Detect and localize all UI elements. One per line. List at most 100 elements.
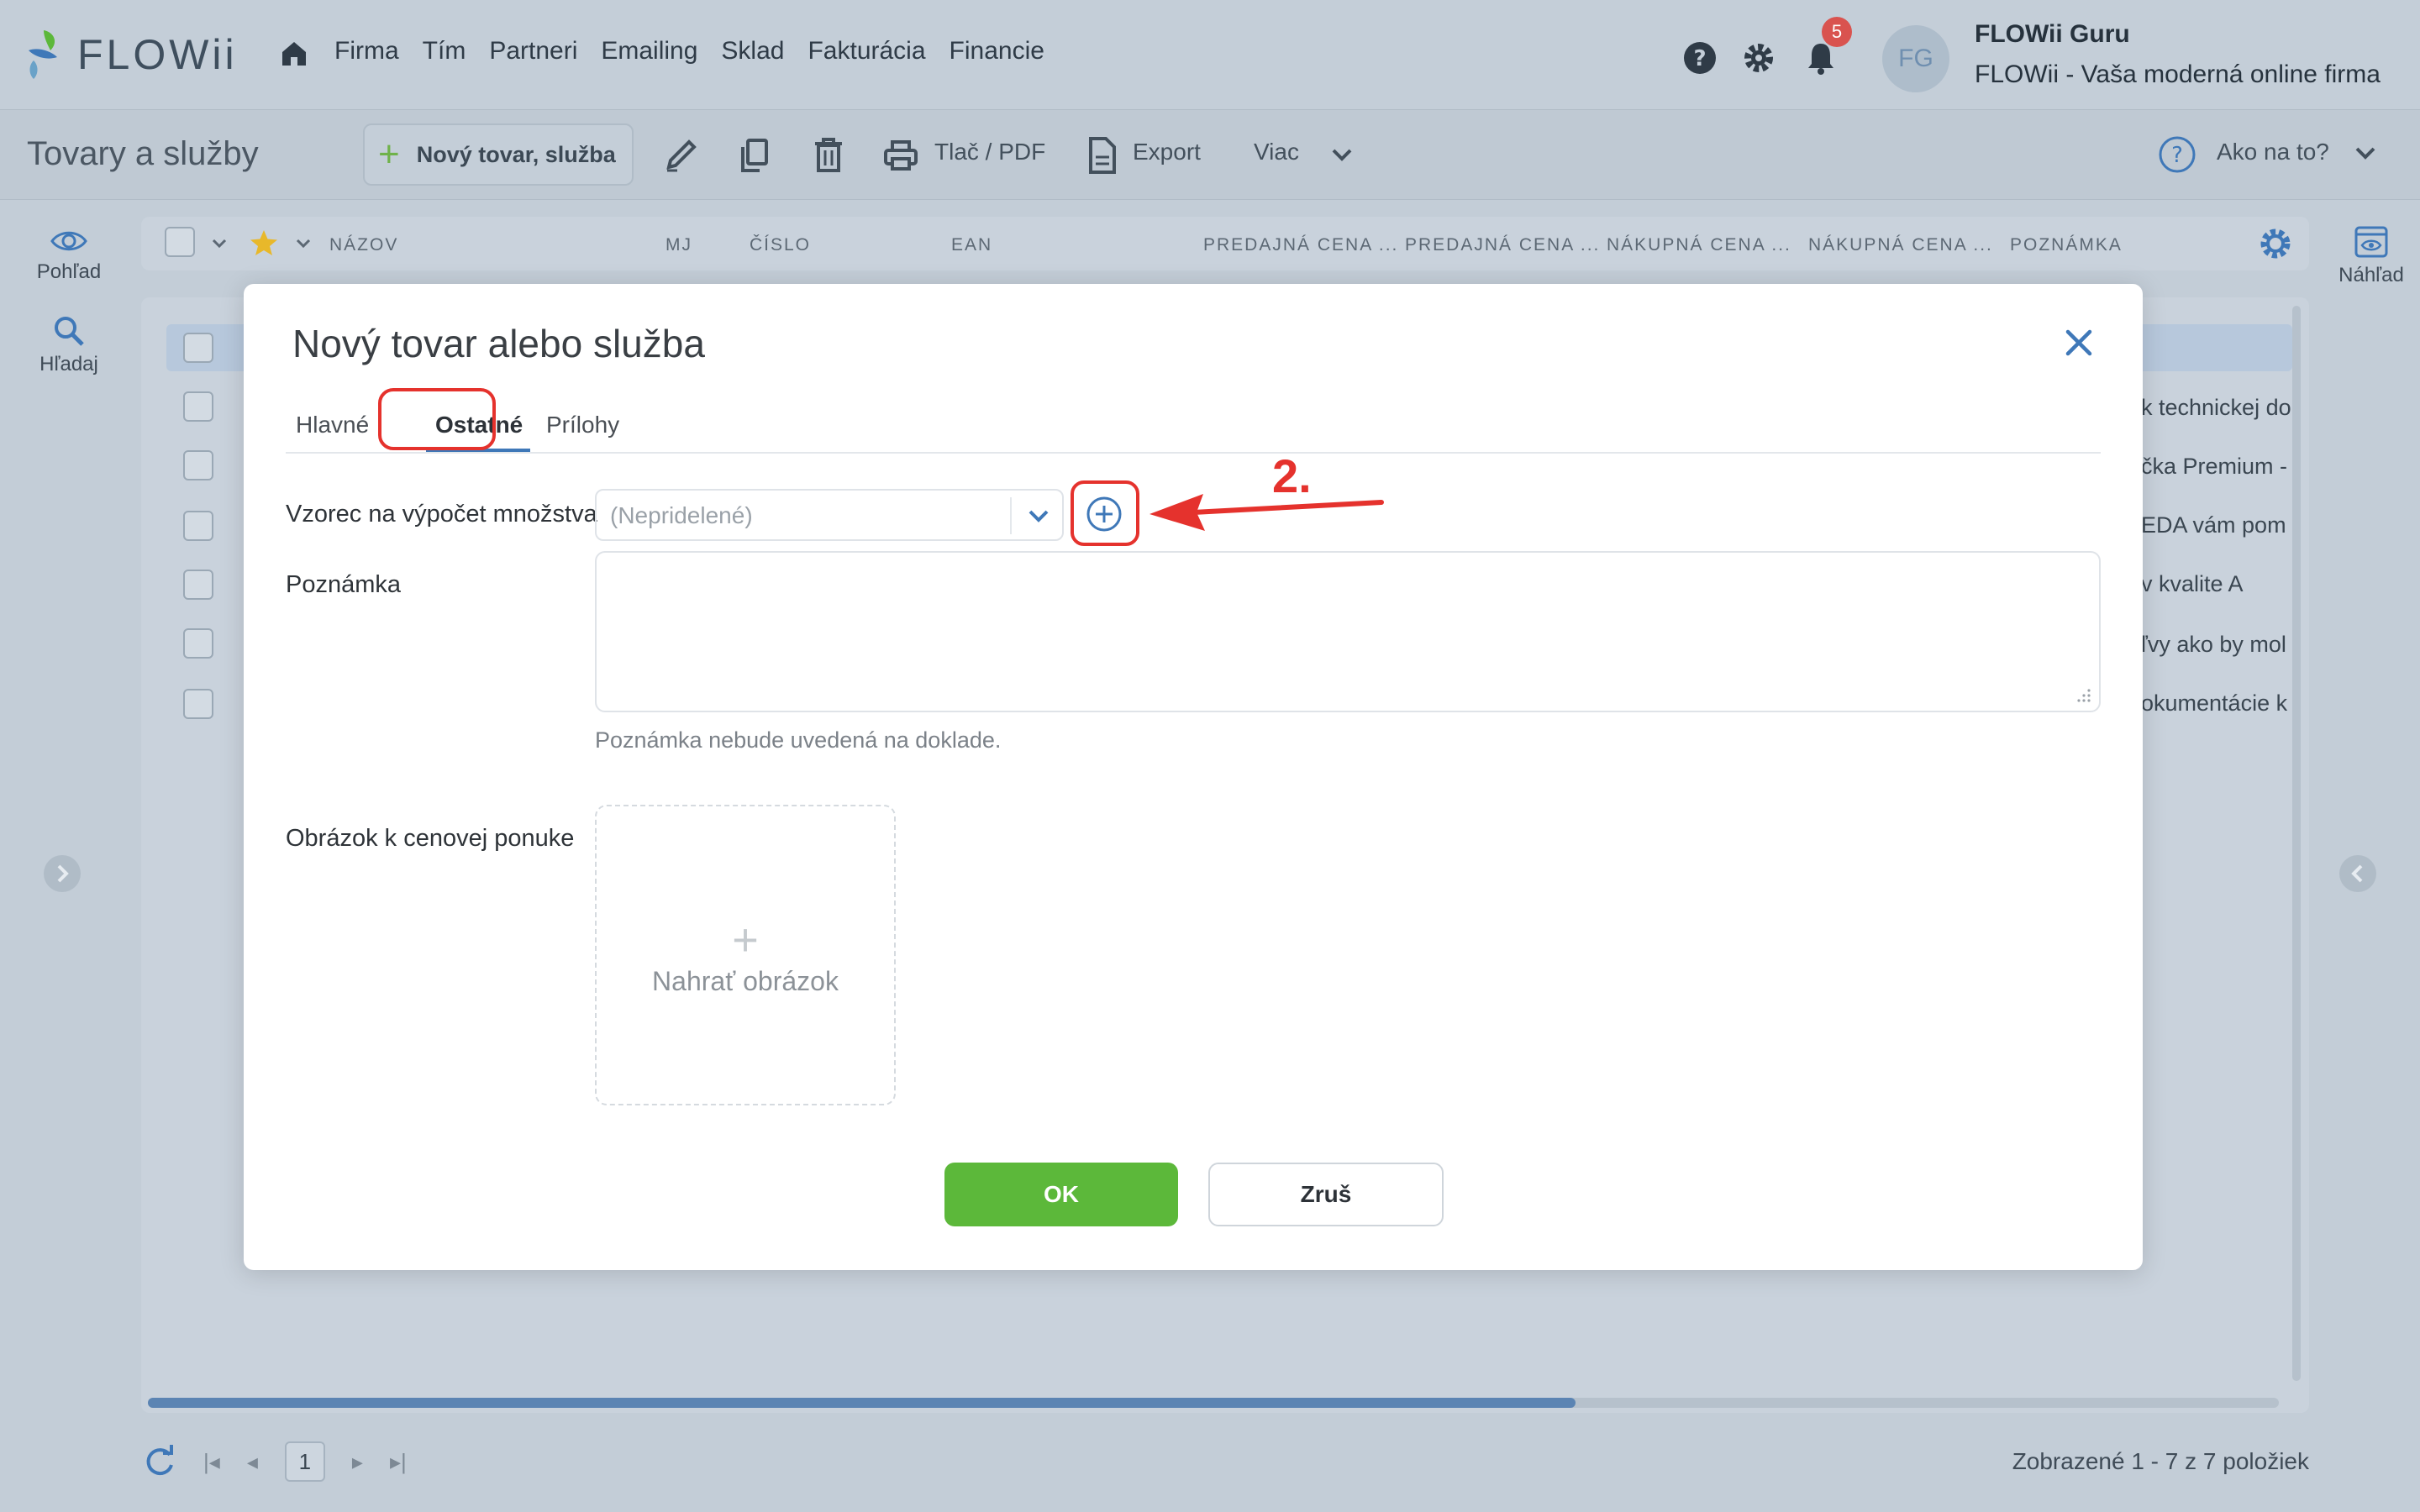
next-page-icon[interactable]: ▸ <box>352 1449 363 1475</box>
nav-firma[interactable]: Firma <box>334 37 399 66</box>
sidebar-search-label: Hľadaj <box>39 353 98 375</box>
row-note: čka Premium - <box>2141 454 2288 479</box>
select-chevron-icon[interactable] <box>212 237 227 250</box>
col-unit[interactable]: MJ <box>666 235 692 255</box>
row-note: okumentácie k <box>2141 690 2288 716</box>
nav-fakturacia[interactable]: Fakturácia <box>808 37 925 66</box>
col-number[interactable]: ČÍSLO <box>750 235 811 255</box>
plus-icon: + <box>378 134 400 175</box>
col-purchase-price-1[interactable]: NÁKUPNÁ CENA ... <box>1607 235 1791 255</box>
new-item-label: Nový tovar, služba <box>416 141 616 167</box>
grid-header: NÁZOV MJ ČÍSLO EAN PREDAJNÁ CENA ... PRE… <box>141 217 2309 270</box>
collapse-right-icon[interactable] <box>2339 855 2376 892</box>
row-checkbox[interactable] <box>183 391 213 422</box>
row-checkbox[interactable] <box>183 628 213 659</box>
row-checkbox[interactable] <box>183 570 213 600</box>
ok-button[interactable]: OK <box>944 1163 1178 1226</box>
last-page-icon[interactable]: ▸| <box>390 1449 407 1475</box>
sidebar-view[interactable]: Pohľad <box>17 227 121 284</box>
svg-text:?: ? <box>2171 143 2183 168</box>
row-checkbox[interactable] <box>183 689 213 719</box>
document-icon[interactable] <box>1084 135 1121 176</box>
print-label[interactable]: Tlač / PDF <box>934 139 1045 165</box>
trash-icon[interactable] <box>810 135 847 176</box>
tab-attachments[interactable]: Prílohy <box>546 412 619 438</box>
copy-icon[interactable] <box>736 135 773 176</box>
nav-sklad[interactable]: Sklad <box>721 37 784 66</box>
cancel-button[interactable]: Zruš <box>1208 1163 1444 1226</box>
row-checkbox[interactable] <box>183 333 213 363</box>
help-label[interactable]: Ako na to? <box>2217 139 2329 165</box>
nav-partneri[interactable]: Partneri <box>489 37 577 66</box>
close-icon[interactable] <box>2064 328 2094 358</box>
new-item-dialog: Nový tovar alebo služba Hlavné Ostatné P… <box>244 284 2143 1270</box>
add-button-highlight-annotation <box>1071 480 1139 546</box>
new-item-button[interactable]: + Nový tovar, služba <box>363 123 634 186</box>
col-sale-price-2[interactable]: PREDAJNÁ CENA ... <box>1405 235 1600 255</box>
row-note: ľvy ako by mol <box>2141 632 2286 657</box>
nav-financie[interactable]: Financie <box>950 37 1044 66</box>
star-chevron-icon[interactable] <box>296 237 311 250</box>
more-label[interactable]: Viac <box>1254 139 1299 165</box>
user-name[interactable]: FLOWii Guru <box>1975 20 2130 49</box>
pencil-icon[interactable] <box>662 135 699 176</box>
row-note: EDA vám pom <box>2141 512 2286 538</box>
resize-grip-icon[interactable] <box>2075 687 2092 704</box>
tab-highlight-annotation <box>378 388 496 450</box>
nav-tim[interactable]: Tím <box>423 37 466 66</box>
current-page[interactable]: 1 <box>284 1441 325 1482</box>
page-title: Tovary a služby <box>27 135 259 172</box>
sidebar-preview[interactable]: Náhľad <box>2319 225 2420 287</box>
note-textarea[interactable] <box>595 551 2101 712</box>
avatar[interactable]: FG <box>1882 25 1949 92</box>
formula-select[interactable]: (Nepridelené) <box>595 489 1064 541</box>
export-label[interactable]: Export <box>1133 139 1201 165</box>
col-purchase-price-2[interactable]: NÁKUPNÁ CENA ... <box>1808 235 1993 255</box>
image-label: Obrázok k cenovej ponuke <box>286 825 575 852</box>
company-name: FLOWii - Vaša moderná online firma <box>1975 60 2381 88</box>
prev-page-icon[interactable]: ◂ <box>247 1449 258 1475</box>
gear-icon[interactable] <box>1741 40 1776 76</box>
notification-badge: 5 <box>1822 17 1852 47</box>
toolbar: Tovary a služby + Nový tovar, služba Tla… <box>0 109 2420 200</box>
refresh-icon[interactable] <box>143 1445 176 1478</box>
annotation-arrow-icon <box>1150 494 1384 531</box>
help-icon[interactable]: ? <box>1682 40 1718 76</box>
tab-main[interactable]: Hlavné <box>296 412 369 438</box>
formula-select-value: (Nepridelené) <box>610 502 753 528</box>
question-circle-icon[interactable]: ? <box>2158 135 2196 174</box>
select-all-checkbox[interactable] <box>165 227 195 257</box>
expand-left-icon[interactable] <box>44 855 81 892</box>
logo-text: FLOWii <box>77 31 238 78</box>
col-name[interactable]: NÁZOV <box>329 235 398 255</box>
chevron-down-icon[interactable] <box>1027 506 1050 526</box>
sidebar-preview-label: Náhľad <box>2338 264 2404 286</box>
col-ean[interactable]: EAN <box>951 235 992 255</box>
upload-plus-icon: + <box>732 915 759 965</box>
col-note[interactable]: POZNÁMKA <box>2010 235 2123 255</box>
vertical-scrollbar[interactable] <box>2292 306 2301 1381</box>
home-icon[interactable] <box>277 37 311 71</box>
printer-icon[interactable] <box>882 135 919 176</box>
star-icon[interactable] <box>249 228 279 257</box>
nav-emailing[interactable]: Emailing <box>601 37 697 66</box>
chevron-down-icon[interactable] <box>1331 145 1353 164</box>
flowii-logo[interactable]: FLOWii <box>25 25 238 84</box>
horizontal-scrollbar[interactable] <box>148 1398 2279 1408</box>
column-settings-gear-icon[interactable] <box>2257 225 2294 262</box>
col-sale-price-1[interactable]: PREDAJNÁ CENA ... <box>1203 235 1398 255</box>
main-menu: Firma Tím Partneri Emailing Sklad Faktur… <box>334 37 1044 66</box>
row-note: k technickej do <box>2141 395 2291 420</box>
step-annotation: 2. <box>1272 449 1312 502</box>
image-upload-area[interactable]: + Nahrať obrázok <box>595 805 896 1105</box>
pagination: |◂ ◂ 1 ▸ ▸| <box>143 1440 407 1483</box>
sidebar-view-label: Pohľad <box>36 260 102 283</box>
first-page-icon[interactable]: |◂ <box>203 1449 220 1475</box>
horizontal-scrollbar-thumb[interactable] <box>148 1398 1576 1408</box>
help-chevron-icon[interactable] <box>2354 144 2376 162</box>
row-checkbox[interactable] <box>183 511 213 541</box>
note-label: Poznámka <box>286 571 402 598</box>
sidebar-search[interactable]: Hľadaj <box>17 314 121 376</box>
row-checkbox[interactable] <box>183 450 213 480</box>
formula-label: Vzorec na výpočet množstva <box>286 501 597 528</box>
